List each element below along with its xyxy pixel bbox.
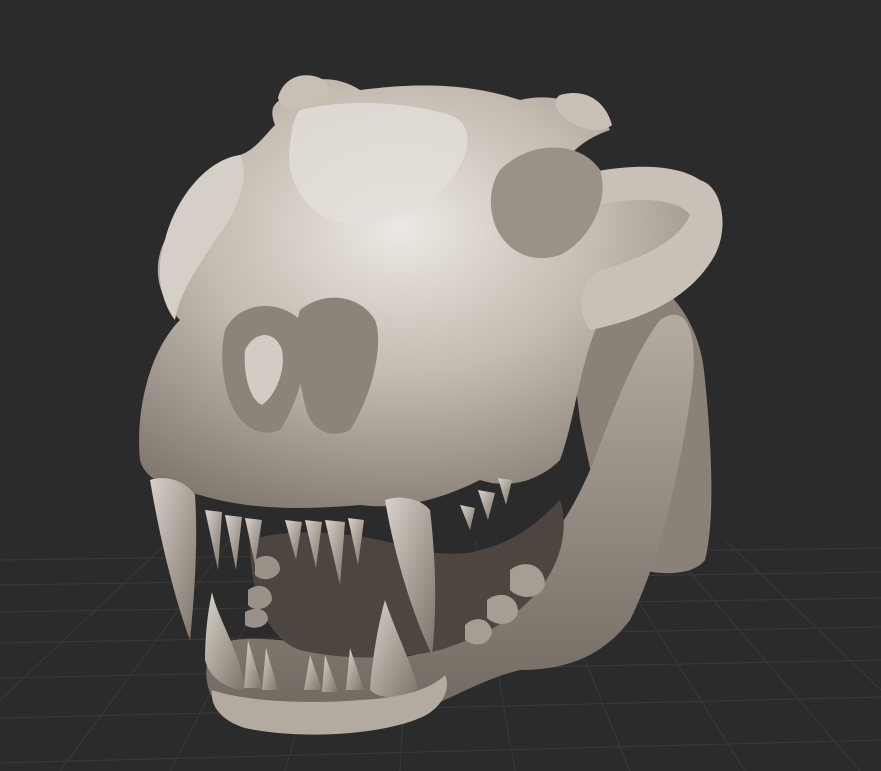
- canine-upper-left: [150, 478, 197, 640]
- viewport-canvas[interactable]: [0, 0, 881, 771]
- 3d-viewport[interactable]: [0, 0, 881, 771]
- skull-model[interactable]: [139, 75, 723, 735]
